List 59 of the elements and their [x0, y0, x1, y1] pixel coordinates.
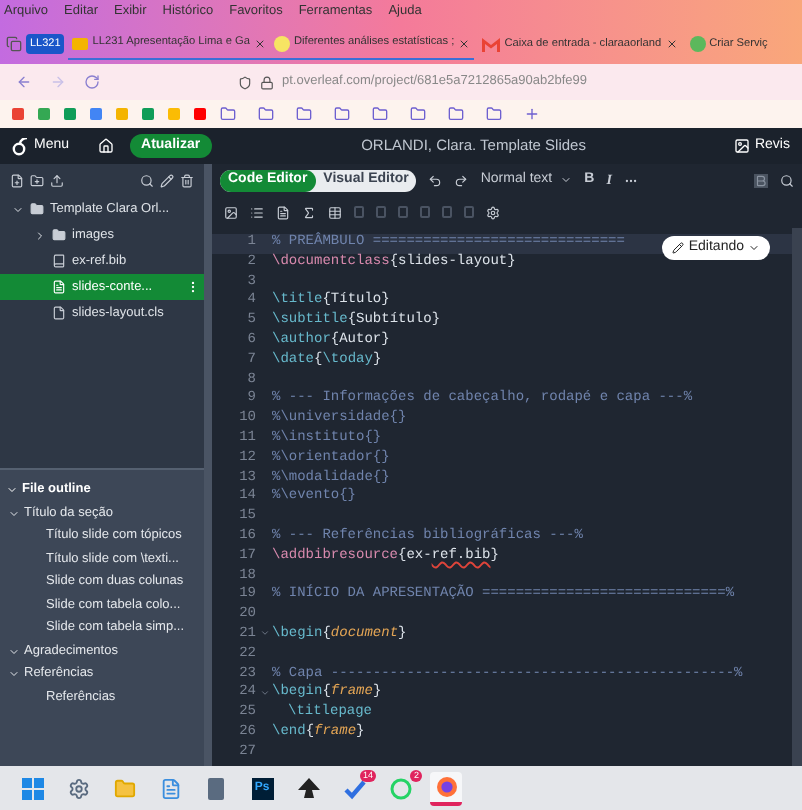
close-icon[interactable] — [458, 37, 471, 49]
back-icon[interactable] — [16, 74, 32, 90]
pencil-icon — [672, 242, 685, 254]
home-icon[interactable] — [97, 138, 114, 154]
add-icon[interactable] — [524, 106, 540, 122]
table-icon[interactable] — [328, 205, 342, 219]
redo-icon[interactable] — [454, 173, 469, 187]
folder-icon[interactable] — [258, 106, 274, 122]
folder-icon — [52, 228, 66, 242]
windows-icon[interactable] — [21, 777, 43, 799]
new-file-icon[interactable] — [10, 173, 24, 187]
file-icon — [52, 306, 66, 320]
book-icon — [52, 254, 66, 268]
app-icon — [689, 36, 706, 52]
undo-icon[interactable] — [428, 173, 443, 187]
folder-icon[interactable] — [372, 106, 388, 122]
chevron-icon[interactable] — [12, 203, 24, 215]
folder-icon[interactable] — [410, 106, 426, 122]
close-icon[interactable] — [253, 37, 266, 49]
document-icon — [52, 280, 66, 294]
review-icon — [734, 138, 751, 154]
caret-icon — [748, 242, 760, 254]
search-icon[interactable] — [780, 173, 794, 187]
mail-icon — [482, 37, 501, 51]
image-icon[interactable] — [224, 205, 238, 219]
caret-icon — [560, 174, 573, 186]
document-icon[interactable] — [276, 205, 290, 219]
pencil-icon[interactable] — [160, 173, 174, 187]
fold-icon[interactable] — [259, 687, 269, 697]
fold-icon[interactable] — [259, 628, 269, 639]
folder-icon[interactable] — [334, 106, 350, 122]
toggle-icon[interactable] — [754, 173, 768, 187]
slides-icon — [72, 37, 89, 49]
reload-icon[interactable] — [84, 74, 100, 90]
tabs-icon[interactable] — [6, 36, 22, 52]
browser-icon[interactable] — [435, 775, 457, 797]
shield-icon — [238, 75, 252, 89]
new-folder-icon[interactable] — [30, 173, 44, 187]
upload-icon[interactable] — [50, 173, 64, 187]
chevron-icon[interactable] — [34, 229, 46, 241]
folder-icon[interactable] — [486, 106, 502, 122]
bookmark-icon[interactable] — [12, 108, 24, 120]
trash-icon[interactable] — [180, 173, 194, 187]
folder-icon — [30, 202, 44, 216]
notepad-icon[interactable] — [159, 777, 181, 799]
folder-icon[interactable] — [448, 106, 464, 122]
search-icon[interactable] — [140, 173, 154, 187]
sigma-icon[interactable] — [302, 205, 316, 219]
calculator-icon[interactable] — [208, 777, 224, 799]
lock-icon — [260, 75, 274, 89]
more-icon[interactable] — [186, 280, 200, 294]
inkscape-icon[interactable] — [297, 777, 319, 799]
settings-icon[interactable] — [67, 777, 89, 799]
check-icon[interactable] — [343, 777, 365, 799]
folder-icon[interactable] — [220, 106, 236, 122]
leaf-icon — [12, 137, 28, 155]
list-icon[interactable] — [250, 205, 264, 219]
close-icon[interactable] — [665, 38, 678, 50]
folder-icon[interactable] — [296, 106, 312, 122]
